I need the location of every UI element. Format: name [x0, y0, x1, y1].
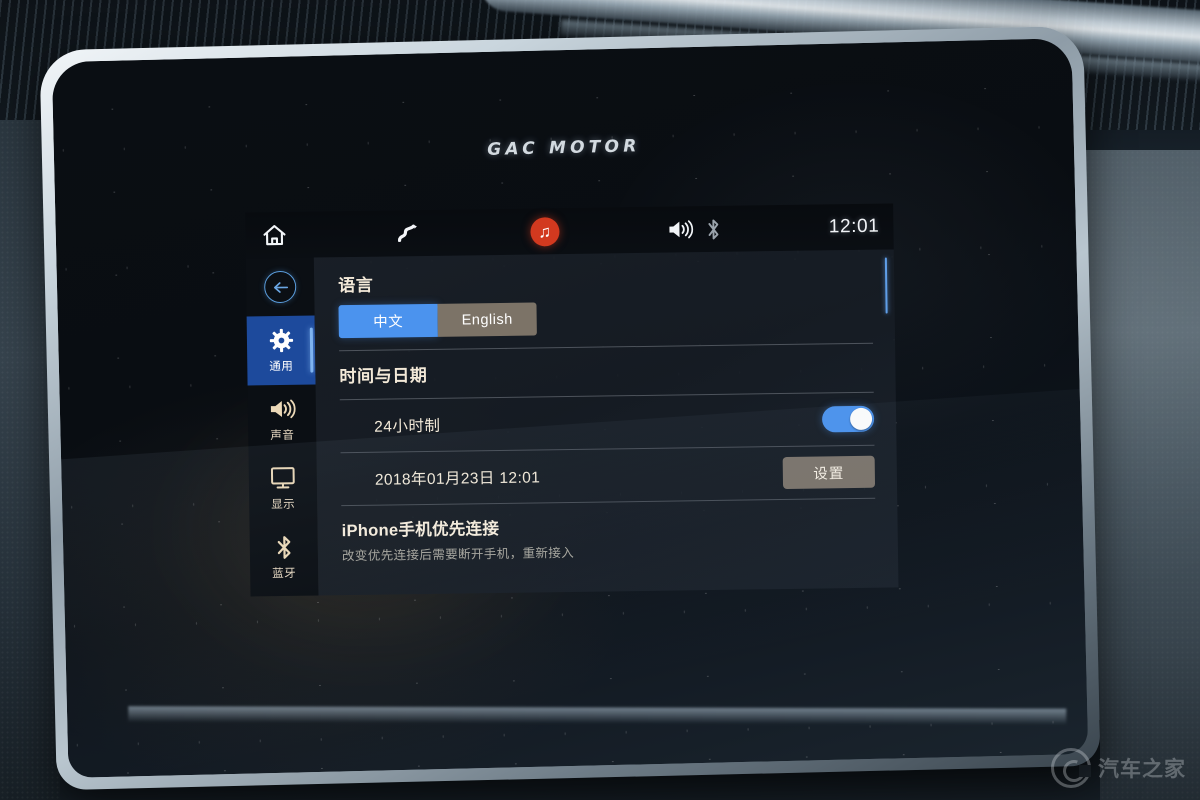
current-datetime-value: 2018年01月23日 12:01: [374, 469, 541, 489]
toggle-24hour-format[interactable]: [821, 405, 875, 433]
home-icon[interactable]: [261, 223, 287, 247]
row-iphone-priority-connect[interactable]: iPhone手机优先连接 改变优先连接后需要断开手机，重新接入: [341, 499, 876, 564]
datetime-section-heading: 时间与日期: [339, 365, 428, 387]
datetime-settings-button[interactable]: 设置: [782, 455, 876, 490]
speaker-volume-icon: [268, 396, 296, 422]
sidebar-item-display[interactable]: 显示: [249, 454, 318, 524]
sidebar-item-general[interactable]: 通用: [246, 315, 316, 386]
settings-screen: ♫ 12:01 通用 声音 显示 蓝牙 语言 中文 English 时间与日期 …: [245, 203, 899, 597]
back-button[interactable]: [246, 258, 315, 317]
language-section-heading: 语言: [338, 275, 374, 296]
row-current-datetime[interactable]: 2018年01月23日 12:01 设置: [340, 445, 876, 507]
sidebar-item-label: 声音: [270, 429, 295, 443]
monitor-display-icon: [270, 465, 296, 491]
iphone-priority-subtitle: 改变优先连接后需要断开手机，重新接入: [341, 545, 575, 564]
gear-icon: [268, 327, 293, 353]
sidebar-item-sound[interactable]: 声音: [248, 385, 317, 455]
language-option-english[interactable]: English: [437, 302, 537, 337]
gac-motor-logo: GAC MOTOR: [487, 136, 641, 160]
row-label: 24小时制: [374, 417, 441, 436]
toggle-knob: [849, 407, 873, 431]
sidebar-item-label: 通用: [269, 360, 294, 374]
language-segmented-control: 中文 English: [338, 298, 872, 339]
row-24hour-format[interactable]: 24小时制: [339, 392, 875, 454]
status-bar-clock: 12:01: [828, 215, 880, 238]
music-note-icon[interactable]: ♫: [529, 216, 560, 247]
sidebar-item-label: 蓝牙: [272, 567, 297, 581]
sidebar-item-label: 显示: [271, 498, 296, 512]
back-arrow-icon: [263, 270, 297, 304]
iphone-priority-title: iPhone手机优先连接: [341, 519, 500, 541]
settings-content-pane: 语言 中文 English 时间与日期 24小时制 2018年01月23日 12…: [313, 249, 899, 596]
settings-body: 通用 声音 显示 蓝牙 语言 中文 English 时间与日期 24小时制 20…: [245, 249, 899, 597]
infotainment-head-unit: GAC MOTOR ♫ 12:01 通用 声音 显示 蓝牙 语言 中文 Engl…: [39, 25, 1101, 791]
content-scrollbar[interactable]: [884, 257, 888, 314]
language-option-chinese[interactable]: 中文: [338, 303, 438, 339]
settings-sidebar: 通用 声音 显示 蓝牙: [245, 257, 319, 597]
navigation-route-icon[interactable]: [395, 222, 423, 244]
screen-bezel: GAC MOTOR ♫ 12:01 通用 声音 显示 蓝牙 语言 中文 Engl…: [39, 25, 1101, 791]
screen-glass[interactable]: GAC MOTOR ♫ 12:01 通用 声音 显示 蓝牙 语言 中文 Engl…: [51, 38, 1089, 778]
bluetooth-icon: [274, 534, 293, 560]
speaker-volume-icon[interactable]: [666, 218, 694, 240]
bluetooth-icon[interactable]: [705, 217, 721, 240]
sidebar-item-bluetooth[interactable]: 蓝牙: [250, 523, 319, 593]
screen-bottom-reflection: [128, 706, 1067, 725]
